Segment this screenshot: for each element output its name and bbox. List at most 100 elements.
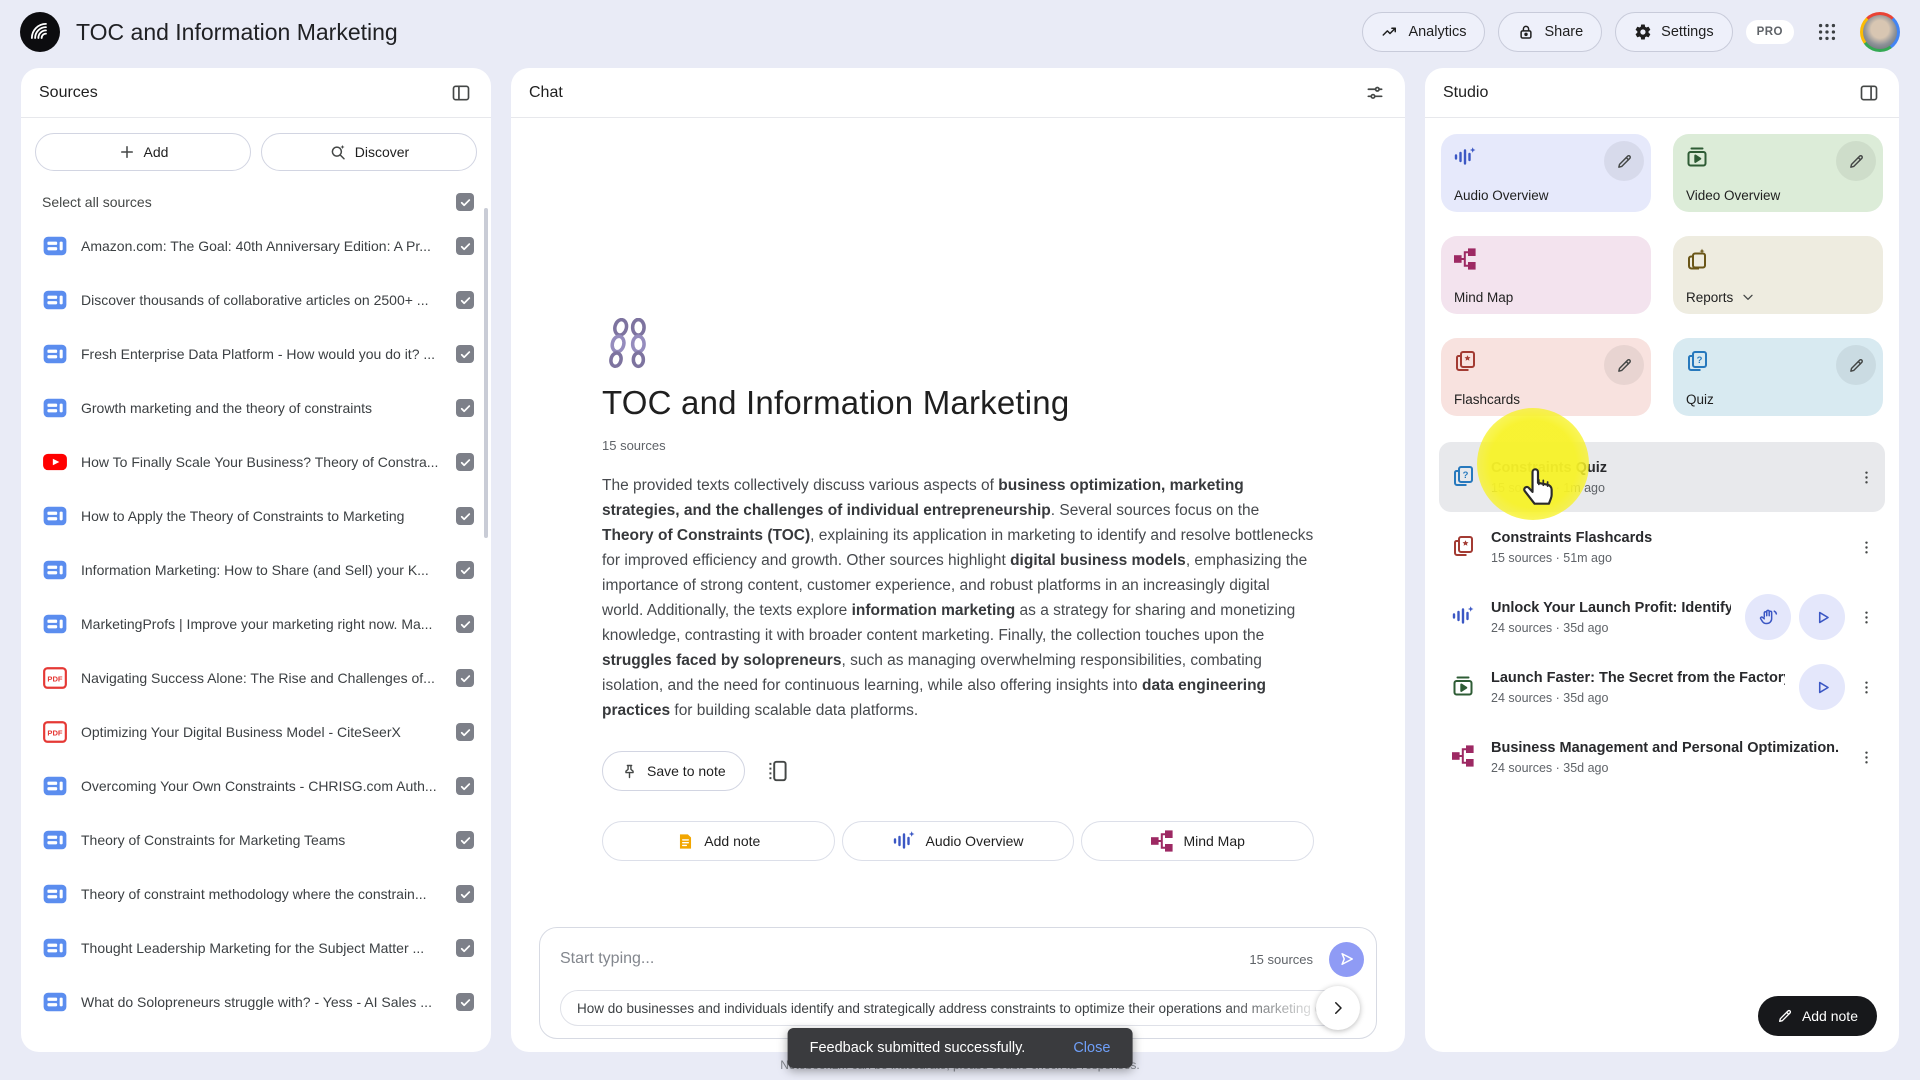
web-source-icon — [42, 395, 68, 421]
collapse-panel-icon[interactable] — [1857, 81, 1881, 105]
chat-settings-tune-icon[interactable] — [1363, 81, 1387, 105]
source-checkbox[interactable] — [456, 885, 474, 903]
share-button[interactable]: Share — [1498, 12, 1602, 52]
studio-card-flashcards[interactable]: Flashcards — [1441, 338, 1651, 416]
toast-close-button[interactable]: Close — [1061, 1032, 1122, 1064]
web-source-icon — [42, 503, 68, 529]
chevron-down-icon[interactable] — [1740, 289, 1756, 305]
source-row[interactable]: MarketingProfs | Improve your marketing … — [21, 597, 491, 651]
studio-card-reports[interactable]: Reports — [1673, 236, 1883, 314]
edit-button[interactable] — [1604, 345, 1644, 385]
studio-card-audio-overview[interactable]: Audio Overview — [1441, 134, 1651, 212]
source-checkbox[interactable] — [456, 291, 474, 309]
add-note-button[interactable]: Add note — [1758, 996, 1877, 1036]
settings-button[interactable]: Settings — [1615, 12, 1732, 52]
trending-up-icon — [1381, 23, 1399, 41]
notebooklm-logo-icon[interactable] — [20, 12, 60, 52]
main-layout: Sources Add Discover Select all sources … — [0, 64, 1920, 1052]
notebook-title: TOC and Information Marketing — [602, 384, 1314, 422]
source-checkbox[interactable] — [456, 399, 474, 417]
audio-overview-button[interactable]: Audio Overview — [842, 821, 1075, 861]
source-checkbox[interactable] — [456, 831, 474, 849]
studio-item[interactable]: Constraints Flashcards15 sources · 51m a… — [1439, 512, 1885, 582]
more-options-icon[interactable] — [1853, 602, 1879, 632]
source-row[interactable]: Theory of constraint methodology where t… — [21, 867, 491, 921]
source-row[interactable]: Theory of Constraints for Marketing Team… — [21, 813, 491, 867]
next-suggestion-button[interactable] — [1316, 986, 1360, 1030]
source-checkbox[interactable] — [456, 777, 474, 795]
add-source-button[interactable]: Add — [35, 133, 251, 171]
source-row[interactable]: Growth marketing and the theory of const… — [21, 381, 491, 435]
source-title: Thought Leadership Marketing for the Sub… — [81, 940, 443, 956]
interactive-mode-button[interactable] — [1745, 594, 1791, 640]
gear-icon — [1634, 23, 1652, 41]
edit-button[interactable] — [1604, 141, 1644, 181]
more-options-icon[interactable] — [1853, 742, 1879, 772]
sources-scrollbar[interactable] — [484, 208, 488, 538]
chat-input[interactable]: Start typing... — [560, 950, 1249, 968]
chat-panel-title: Chat — [529, 84, 563, 102]
analytics-button[interactable]: Analytics — [1362, 12, 1485, 52]
studio-card-video-overview[interactable]: Video Overview — [1673, 134, 1883, 212]
more-options-icon[interactable] — [1853, 462, 1879, 492]
play-button[interactable] — [1799, 594, 1845, 640]
send-button[interactable] — [1329, 942, 1364, 977]
studio-card-quiz[interactable]: ?Quiz — [1673, 338, 1883, 416]
source-row[interactable]: PDFNavigating Success Alone: The Rise an… — [21, 651, 491, 705]
pencil-icon — [1777, 1008, 1793, 1024]
source-checkbox[interactable] — [456, 615, 474, 633]
chat-quick-actions: Add noteAudio OverviewMind Map — [602, 821, 1314, 861]
source-checkbox[interactable] — [456, 345, 474, 363]
more-options-icon[interactable] — [1853, 672, 1879, 702]
play-button[interactable] — [1799, 664, 1845, 710]
source-row[interactable]: What do Solopreneurs struggle with? - Ye… — [21, 975, 491, 1029]
input-sources-count: 15 sources — [1249, 952, 1313, 967]
more-options-icon[interactable] — [1853, 532, 1879, 562]
source-row[interactable]: Amazon.com: The Goal: 40th Anniversary E… — [21, 219, 491, 273]
discover-sources-button[interactable]: Discover — [261, 133, 477, 171]
studio-card-mind-map[interactable]: Mind Map — [1441, 236, 1651, 314]
save-to-note-button[interactable]: Save to note — [602, 751, 745, 791]
source-checkbox[interactable] — [456, 669, 474, 687]
web-source-icon — [42, 773, 68, 799]
source-title: Navigating Success Alone: The Rise and C… — [81, 670, 443, 686]
studio-cards: Audio Overview Video Overview Mind Map Repo… — [1425, 118, 1899, 432]
pdf-source-icon: PDF — [42, 719, 68, 745]
mind-map-button[interactable]: Mind Map — [1081, 821, 1314, 861]
studio-item[interactable]: ?Constraints Quiz15 sources · 1m ago — [1439, 442, 1885, 512]
collapse-panel-icon[interactable] — [449, 81, 473, 105]
source-row[interactable]: Overcoming Your Own Constraints - CHRISG… — [21, 759, 491, 813]
plus-icon — [118, 143, 136, 161]
source-checkbox[interactable] — [456, 939, 474, 957]
edit-button[interactable] — [1836, 141, 1876, 181]
source-row[interactable]: How to Apply the Theory of Constraints t… — [21, 489, 491, 543]
source-row[interactable]: Thought Leadership Marketing for the Sub… — [21, 921, 491, 975]
studio-item-title: Constraints Flashcards — [1491, 530, 1839, 546]
studio-item[interactable]: Launch Faster: The Secret from the Facto… — [1439, 652, 1885, 722]
source-checkbox[interactable] — [456, 237, 474, 255]
studio-item[interactable]: Business Management and Personal Optimiz… — [1439, 722, 1885, 792]
apps-grid-icon[interactable] — [1807, 12, 1847, 52]
sources-panel: Sources Add Discover Select all sources … — [21, 68, 491, 1052]
select-all-checkbox[interactable] — [456, 193, 474, 211]
avatar-photo — [1863, 15, 1897, 49]
source-checkbox[interactable] — [456, 993, 474, 1011]
source-row[interactable]: Fresh Enterprise Data Platform - How wou… — [21, 327, 491, 381]
source-row[interactable]: PDF Optimizing Your Digital Business Mode… — [21, 705, 491, 759]
source-row[interactable]: Information Marketing: How to Share (and… — [21, 543, 491, 597]
user-avatar[interactable] — [1860, 12, 1900, 52]
studio-item[interactable]: Unlock Your Launch Profit: Identifying..… — [1439, 582, 1885, 652]
source-checkbox[interactable] — [456, 561, 474, 579]
studio-item-meta: 24 sources · 35d ago — [1491, 691, 1785, 705]
suggested-question-chip[interactable]: How do businesses and individuals identi… — [560, 990, 1356, 1026]
source-row[interactable]: Discover thousands of collaborative arti… — [21, 273, 491, 327]
source-row[interactable]: How To Finally Scale Your Business? Theo… — [21, 435, 491, 489]
web-source-icon — [42, 233, 68, 259]
edit-button[interactable] — [1836, 345, 1876, 385]
source-checkbox[interactable] — [456, 507, 474, 525]
source-checkbox[interactable] — [456, 453, 474, 471]
add-note-button[interactable]: Add note — [602, 821, 835, 861]
source-checkbox[interactable] — [456, 723, 474, 741]
source-title: Optimizing Your Digital Business Model -… — [81, 724, 443, 740]
copy-to-note-icon[interactable] — [765, 758, 791, 784]
